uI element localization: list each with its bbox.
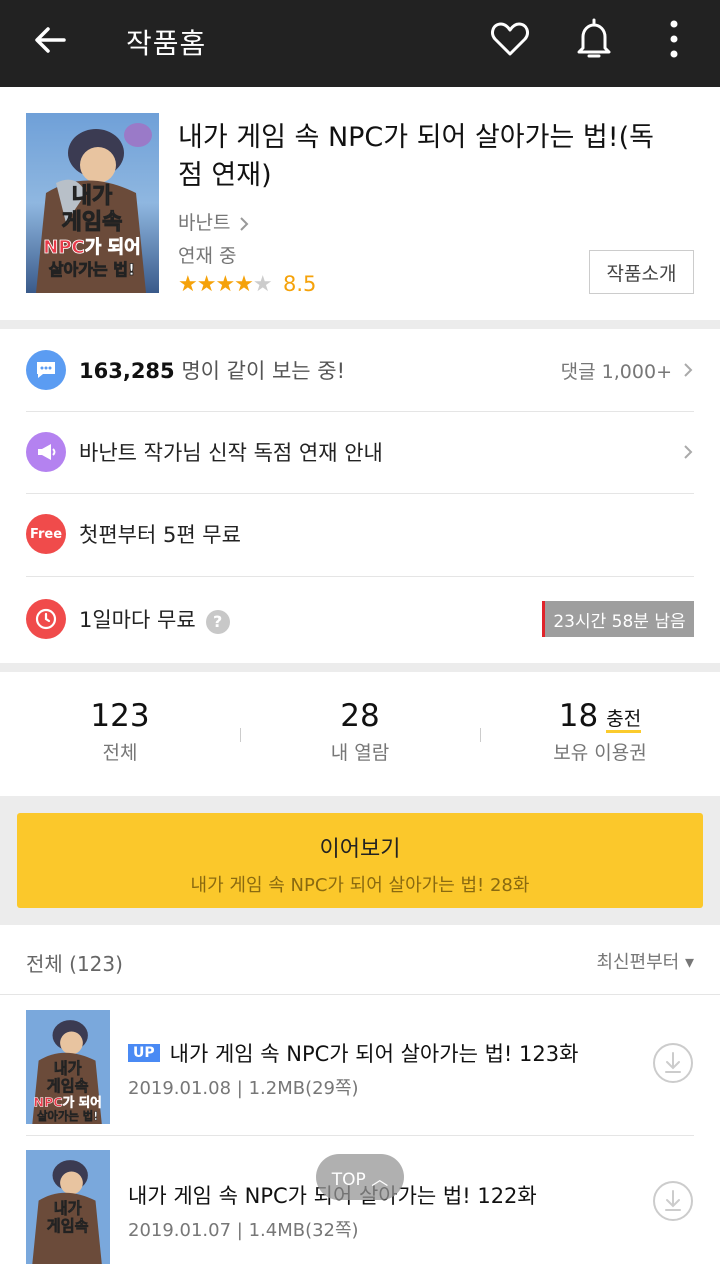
- counts-panel: 123 전체 28 내 열람 18 충전 보유 이용권: [0, 672, 720, 796]
- svg-text:살아가는 법!: 살아가는 법!: [49, 260, 135, 279]
- sort-dropdown[interactable]: 최신편부터 ▾: [596, 948, 694, 974]
- read-count[interactable]: 28 내 열람: [240, 698, 480, 765]
- daily-free-text: 1일마다 무료?: [79, 604, 230, 634]
- serial-status: 연재 중: [178, 245, 237, 267]
- svg-text:내가: 내가: [54, 1059, 82, 1077]
- work-info: 내가 게임속 NPC가 되어 살아가는 법! 내가 게임 속 NPC가 되어 살…: [0, 87, 720, 320]
- star-rating: ★★★★★: [178, 272, 273, 297]
- cover-image: 내가 게임속 NPC가 되어 살아가는 법!: [26, 113, 159, 293]
- download-icon[interactable]: [652, 1042, 694, 1084]
- episode-item[interactable]: 내가 게임속 NPC가 되어 살아가는 법! UP 내가 게임 속 NPC가 되어…: [0, 996, 720, 1136]
- rating-value: 8.5: [283, 272, 317, 296]
- up-badge: UP: [128, 1044, 160, 1062]
- episode-meta: 2019.01.08 | 1.2MB(29쪽): [128, 1078, 359, 1099]
- chat-icon: [26, 350, 66, 390]
- episode-total: 전체 (123): [26, 952, 123, 976]
- svg-text:게임속: 게임속: [47, 1217, 89, 1235]
- comments-count: 댓글 1,000+: [560, 360, 672, 383]
- divider: [26, 576, 694, 577]
- download-icon[interactable]: [652, 1180, 694, 1222]
- viewers-row[interactable]: 163,285 명이 같이 보는 중! 댓글 1,000+: [26, 329, 694, 411]
- free-row: Free 첫편부터 5편 무료: [26, 493, 694, 575]
- chevron-right-icon: [684, 363, 693, 377]
- owned-label: 보유 이용권: [553, 742, 647, 764]
- clock-icon: [26, 599, 66, 639]
- section-gap: [0, 663, 720, 672]
- continue-label: 이어보기: [319, 837, 401, 862]
- daily-free-label: 1일마다 무료: [79, 608, 196, 632]
- comments-link[interactable]: 댓글 1,000+: [561, 357, 694, 384]
- section-gap: [0, 320, 720, 329]
- episode-title-text: 내가 게임 속 NPC가 되어 살아가는 법! 123화: [169, 1042, 579, 1066]
- svg-text:내가: 내가: [54, 1199, 82, 1217]
- continue-subtitle: 내가 게임 속 NPC가 되어 살아가는 법! 28화: [190, 875, 530, 896]
- owned-number: 18: [558, 698, 599, 734]
- svg-text:내가: 내가: [72, 184, 112, 209]
- continue-reading-button[interactable]: 이어보기 내가 게임 속 NPC가 되어 살아가는 법! 28화: [17, 813, 703, 908]
- work-intro-button[interactable]: 작품소개: [589, 250, 694, 294]
- svg-text:살아가는 법!: 살아가는 법!: [37, 1109, 98, 1123]
- megaphone-icon: [26, 432, 66, 472]
- total-number: 123: [90, 698, 150, 734]
- read-number: 28: [340, 698, 380, 734]
- chevron-right-icon: [239, 216, 248, 231]
- chevron-right-icon: [684, 445, 693, 459]
- top-bar: 작품홈: [0, 0, 720, 87]
- svg-text:NPC가 되어: NPC가 되어: [43, 237, 140, 258]
- episode-title: UP 내가 게임 속 NPC가 되어 살아가는 법! 123화: [128, 1038, 578, 1068]
- remaining-time: 23시간 58분 남음: [542, 601, 694, 637]
- episode-thumbnail: 내가 게임속: [26, 1150, 110, 1264]
- notice-text: 바난트 작가님 신작 독점 연재 안내: [79, 441, 383, 465]
- author-name: 바난트: [178, 212, 231, 234]
- svg-text:게임속: 게임속: [62, 210, 123, 235]
- page-title: 작품홈: [126, 27, 207, 60]
- read-label: 내 열람: [330, 742, 390, 764]
- daily-free-row: 1일마다 무료? 23시간 58분 남음: [26, 578, 694, 660]
- viewers-count: 163,285: [79, 359, 175, 383]
- svg-text:NPC가 되어: NPC가 되어: [34, 1094, 102, 1109]
- free-text: 첫편부터 5편 무료: [79, 523, 241, 547]
- bell-icon[interactable]: [574, 16, 614, 62]
- work-title: 내가 게임 속 NPC가 되어 살아가는 법!(독점 연재): [178, 122, 654, 191]
- back-arrow-icon[interactable]: [30, 20, 70, 60]
- svg-text:게임속: 게임속: [47, 1077, 89, 1095]
- total-label: 전체: [102, 742, 138, 764]
- episode-thumbnail: 내가 게임속 NPC가 되어 살아가는 법!: [26, 1010, 110, 1124]
- notice-row[interactable]: 바난트 작가님 신작 독점 연재 안내: [26, 411, 694, 493]
- heart-icon[interactable]: [489, 18, 531, 60]
- help-icon[interactable]: ?: [205, 609, 230, 634]
- owned-count[interactable]: 18 충전 보유 이용권: [480, 698, 720, 765]
- viewers-suffix: 명이 같이 보는 중!: [174, 359, 346, 383]
- scroll-top-button[interactable]: TOP ︿: [316, 1154, 404, 1200]
- more-icon[interactable]: [660, 18, 688, 60]
- total-count[interactable]: 123 전체: [0, 698, 240, 765]
- author-link[interactable]: 바난트: [178, 208, 249, 235]
- viewers-text: 163,285 명이 같이 보는 중!: [79, 355, 345, 385]
- episode-list-header: 전체 (123) 최신편부터 ▾: [0, 925, 720, 995]
- notice-chevron: [672, 443, 694, 461]
- charge-link[interactable]: 충전: [606, 708, 642, 733]
- free-badge-icon: Free: [26, 514, 66, 554]
- episode-meta: 2019.01.07 | 1.4MB(32쪽): [128, 1220, 359, 1241]
